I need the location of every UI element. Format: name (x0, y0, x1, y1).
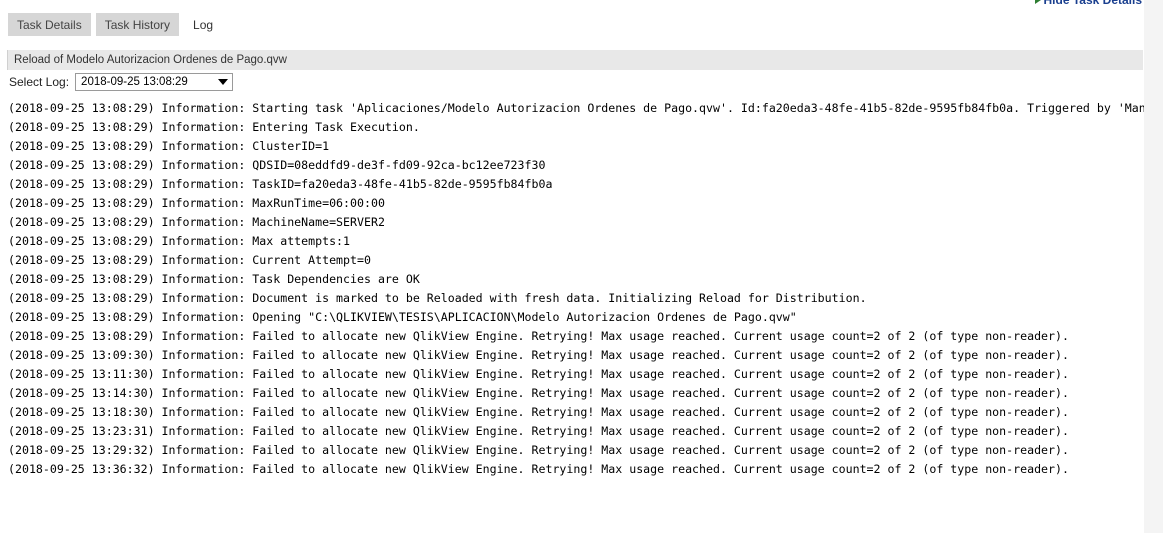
select-log-dropdown[interactable]: 2018-09-25 13:08:29 (75, 73, 234, 91)
log-line: (2018-09-25 13:08:29) Information: Machi… (8, 215, 385, 229)
log-line: (2018-09-25 13:08:29) Information: Openi… (8, 310, 797, 324)
left-arrow-icon (1034, 0, 1041, 4)
hide-task-details-label: Hide Task Details (1043, 0, 1142, 7)
chevron-down-icon (218, 79, 229, 85)
tab-task-history[interactable]: Task History (95, 13, 180, 36)
log-line: (2018-09-25 13:08:29) Information: MaxRu… (8, 196, 385, 210)
log-line: (2018-09-25 13:08:29) Information: QDSID… (8, 158, 546, 172)
tab-task-details[interactable]: Task Details (8, 13, 91, 36)
page-gutter (1144, 0, 1163, 533)
log-output[interactable]: (2018-09-25 13:08:29) Information: Start… (0, 99, 1144, 533)
log-line: (2018-09-25 13:08:29) Information: Curre… (8, 253, 371, 267)
task-tabs: Task Details Task History Log (8, 12, 227, 36)
log-line: (2018-09-25 13:18:30) Information: Faile… (8, 405, 1069, 419)
log-line: (2018-09-25 13:23:31) Information: Faile… (8, 424, 1069, 438)
log-line: (2018-09-25 13:08:29) Information: TaskI… (8, 177, 553, 191)
log-line: (2018-09-25 13:11:30) Information: Faile… (8, 367, 1069, 381)
log-line: (2018-09-25 13:08:29) Information: Docum… (8, 291, 867, 305)
log-line: (2018-09-25 13:29:32) Information: Faile… (8, 443, 1069, 457)
select-log-value: 2018-09-25 13:08:29 (81, 76, 188, 88)
log-line: (2018-09-25 13:09:30) Information: Faile… (8, 348, 1069, 362)
log-line: (2018-09-25 13:08:29) Information: Enter… (8, 120, 420, 134)
page-title: Reload of Modelo Autorizacion Ordenes de… (14, 54, 287, 66)
select-log-row: Select Log: 2018-09-25 13:08:29 (9, 73, 234, 91)
log-line: (2018-09-25 13:08:29) Information: Task … (8, 272, 420, 286)
select-log-label: Select Log: (9, 75, 70, 89)
hide-task-details-link[interactable]: Hide Task Details (1034, 0, 1142, 7)
log-line: (2018-09-25 13:08:29) Information: Clust… (8, 139, 330, 153)
task-log-page: Hide Task Details Task Details Task Hist… (0, 0, 1144, 533)
log-line: (2018-09-25 13:36:32) Information: Faile… (8, 462, 1069, 476)
section-header: Reload of Modelo Autorizacion Ordenes de… (7, 50, 1143, 70)
log-line: (2018-09-25 13:08:29) Information: Faile… (8, 329, 1069, 343)
log-line: (2018-09-25 13:08:29) Information: Start… (8, 101, 1144, 115)
log-line: (2018-09-25 13:14:30) Information: Faile… (8, 386, 1069, 400)
log-line: (2018-09-25 13:08:29) Information: Max a… (8, 234, 351, 248)
tab-log[interactable]: Log (184, 13, 223, 36)
tabbar-divider (0, 36, 1144, 37)
